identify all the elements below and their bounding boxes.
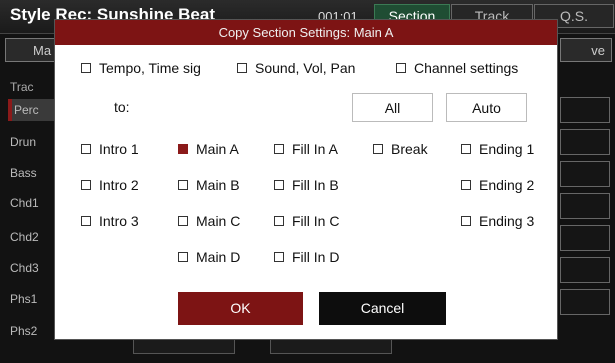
fill-in-b-checkbox[interactable]: Fill In B: [274, 177, 339, 193]
auto-button[interactable]: Auto: [446, 93, 527, 122]
checkbox-label: Fill In A: [292, 141, 338, 157]
checkbox-box[interactable]: [178, 180, 188, 190]
checkbox-label: Intro 3: [99, 213, 139, 229]
right-mode-button[interactable]: ve: [560, 38, 612, 62]
track-slot[interactable]: [560, 289, 610, 315]
fill-in-a-checkbox[interactable]: Fill In A: [274, 141, 338, 157]
fill-in-c-checkbox[interactable]: Fill In C: [274, 213, 339, 229]
checkbox-box[interactable]: [274, 252, 284, 262]
track-slot[interactable]: [560, 257, 610, 283]
checkbox-label: Ending 2: [479, 177, 535, 193]
main-a-checkbox[interactable]: Main A: [178, 141, 239, 157]
main-c-checkbox[interactable]: Main C: [178, 213, 240, 229]
checkbox-label: Main C: [196, 213, 241, 229]
checkbox-box[interactable]: [396, 63, 406, 73]
main-d-checkbox[interactable]: Main D: [178, 249, 240, 265]
break-checkbox[interactable]: Break: [373, 141, 428, 157]
checkbox-box[interactable]: [81, 180, 91, 190]
tempo-time-sig-checkbox[interactable]: Tempo, Time sig: [81, 60, 201, 76]
checkbox-box[interactable]: [274, 144, 284, 154]
checkbox-box[interactable]: [274, 180, 284, 190]
checkbox-box[interactable]: [81, 63, 91, 73]
checkbox-label: Fill In B: [292, 177, 339, 193]
checkbox-label: Channel settings: [414, 60, 519, 76]
intro-3-checkbox[interactable]: Intro 3: [81, 213, 139, 229]
checkbox-label: Main D: [196, 249, 241, 265]
all-button[interactable]: All: [352, 93, 433, 122]
track-slot[interactable]: [560, 97, 610, 123]
track-slot[interactable]: [560, 129, 610, 155]
checkbox-box[interactable]: [274, 216, 284, 226]
checkbox-box[interactable]: [178, 216, 188, 226]
checkbox-label: Tempo, Time sig: [99, 60, 201, 76]
track-column-header: Trac: [10, 80, 34, 94]
checkbox-label: Main B: [196, 177, 240, 193]
track-slot[interactable]: [560, 161, 610, 187]
checkbox-box[interactable]: [178, 252, 188, 262]
intro-2-checkbox[interactable]: Intro 2: [81, 177, 139, 193]
checkbox-label: Fill In C: [292, 213, 340, 229]
ending-3-checkbox[interactable]: Ending 3: [461, 213, 534, 229]
ok-button[interactable]: OK: [178, 292, 303, 325]
ending-2-checkbox[interactable]: Ending 2: [461, 177, 534, 193]
fill-in-d-checkbox[interactable]: Fill In D: [274, 249, 339, 265]
cancel-button[interactable]: Cancel: [319, 292, 446, 325]
checkbox-label: Fill In D: [292, 249, 340, 265]
checkbox-label: Sound, Vol, Pan: [255, 60, 356, 76]
checkbox-box[interactable]: [81, 144, 91, 154]
to-label: to:: [114, 99, 130, 115]
dialog-title: Copy Section Settings: Main A: [55, 20, 557, 45]
checkbox-box[interactable]: [461, 180, 471, 190]
track-slot[interactable]: [560, 225, 610, 251]
checkbox-label: Ending 3: [479, 213, 535, 229]
checkbox-box[interactable]: [81, 216, 91, 226]
checkbox-box[interactable]: [178, 144, 188, 154]
checkbox-box[interactable]: [373, 144, 383, 154]
channel-settings-checkbox[interactable]: Channel settings: [396, 60, 518, 76]
ending-1-checkbox[interactable]: Ending 1: [461, 141, 534, 157]
checkbox-label: Main A: [196, 141, 239, 157]
copy-section-dialog: Copy Section Settings: Main A Tempo, Tim…: [55, 20, 557, 339]
checkbox-box[interactable]: [237, 63, 247, 73]
checkbox-box[interactable]: [461, 216, 471, 226]
checkbox-label: Intro 2: [99, 177, 139, 193]
intro-1-checkbox[interactable]: Intro 1: [81, 141, 139, 157]
checkbox-label: Ending 1: [479, 141, 535, 157]
checkbox-label: Intro 1: [99, 141, 139, 157]
sound-vol-pan-checkbox[interactable]: Sound, Vol, Pan: [237, 60, 355, 76]
track-slot[interactable]: [560, 193, 610, 219]
checkbox-box[interactable]: [461, 144, 471, 154]
checkbox-label: Break: [391, 141, 428, 157]
main-b-checkbox[interactable]: Main B: [178, 177, 240, 193]
